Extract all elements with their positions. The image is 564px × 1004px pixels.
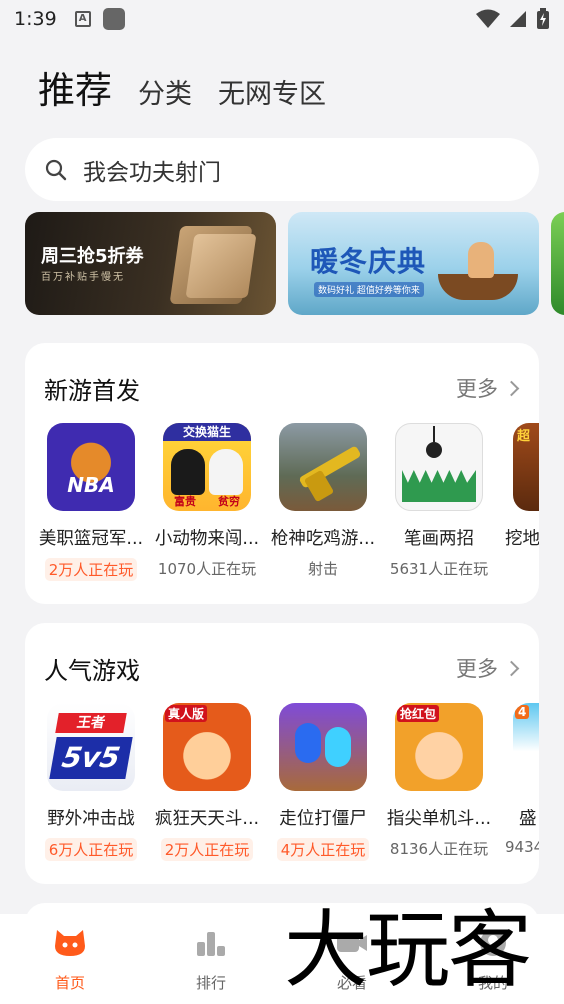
game-name: 挖地 xyxy=(505,529,539,549)
game-icon-doudizhu: 真人版 xyxy=(163,703,251,791)
game-players: 2万人正在玩 xyxy=(160,838,254,861)
game-name: 小动物来闯... xyxy=(154,529,260,549)
game-icon-cats: 交换猫生 富贵 贫穷 xyxy=(163,423,251,511)
search-bar[interactable]: 我会功夫射门 xyxy=(25,138,539,201)
banner-coupon-title: 周三抢5折券 xyxy=(41,246,144,267)
game-item[interactable]: NBA 美职篮冠军... 2万人正在玩 xyxy=(33,423,149,585)
tab-offline[interactable]: 无网专区 xyxy=(218,72,326,111)
game-icon-zombie xyxy=(279,703,367,791)
more-link[interactable]: 更多 xyxy=(456,373,520,403)
more-link[interactable]: 更多 xyxy=(456,653,520,683)
wifi-icon xyxy=(476,9,500,28)
status-bar: 1:39 A xyxy=(0,0,564,38)
character-image xyxy=(468,242,494,278)
game-item[interactable]: 王者 5v5 野外冲击战 6万人正在玩 xyxy=(33,703,149,865)
game-name: 指尖单机斗... xyxy=(386,809,492,829)
search-input[interactable]: 我会功夫射门 xyxy=(83,153,221,187)
game-item[interactable]: 4 盛 9434 xyxy=(497,703,539,856)
game-genre: 射击 xyxy=(307,560,338,578)
game-item[interactable]: 笔画两招 5631人正在玩 xyxy=(381,423,497,579)
nav-rank-label: 排行 xyxy=(195,974,226,992)
nav-home-label: 首页 xyxy=(54,974,85,992)
game-item[interactable]: 交换猫生 富贵 贫穷 小动物来闯... 1070人正在玩 xyxy=(149,423,265,579)
game-name: 走位打僵尸 xyxy=(279,809,367,829)
game-icon-dig: 超 xyxy=(513,423,539,511)
status-time: 1:39 xyxy=(14,8,57,30)
game-icon-sheng: 4 xyxy=(513,703,539,791)
app-notification-icon xyxy=(102,8,125,30)
game-item[interactable]: 真人版 疯狂天天斗... 2万人正在玩 xyxy=(149,703,265,865)
game-item[interactable]: 超 挖地 xyxy=(497,423,539,550)
signal-icon xyxy=(510,11,526,27)
section-popular-games: 人气游戏 更多 王者 5v5 野外冲击战 6万人正在玩 真人版 疯狂天天斗... … xyxy=(25,623,539,884)
watermark-text: 大玩客 xyxy=(284,901,532,999)
game-players: 2万人正在玩 xyxy=(44,558,138,581)
banner-next-peek[interactable] xyxy=(551,212,564,315)
game-players: 9434 xyxy=(505,838,539,856)
game-icon-card: 抢红包 xyxy=(395,703,483,791)
rank-icon xyxy=(197,932,225,956)
game-icon-nba: NBA xyxy=(47,423,135,511)
banner-winter-festival[interactable]: 暖冬庆典 数码好礼 超值好券等你来 xyxy=(288,212,539,315)
banner-winter-subtitle: 数码好礼 超值好券等你来 xyxy=(314,282,424,297)
home-icon xyxy=(55,930,85,956)
game-item[interactable]: 走位打僵尸 4万人正在玩 xyxy=(265,703,381,865)
banner-carousel: 周三抢5折券 百万补贴手慢无 暖冬庆典 数码好礼 超值好券等你来 xyxy=(25,212,564,315)
more-label: 更多 xyxy=(456,377,498,401)
battery-charging-icon xyxy=(537,8,549,29)
game-name: 疯狂天天斗... xyxy=(154,809,260,829)
game-name: 美职篮冠军... xyxy=(38,529,144,549)
notification-a-icon: A xyxy=(74,11,91,27)
banner-coupon[interactable]: 周三抢5折券 百万补贴手慢无 xyxy=(25,212,276,315)
section-title: 人气游戏 xyxy=(44,657,140,685)
section-title: 新游首发 xyxy=(44,377,140,405)
game-name: 笔画两招 xyxy=(404,529,474,549)
nav-home[interactable]: 首页 xyxy=(10,928,130,993)
game-icon-crocodile xyxy=(395,423,483,511)
game-name: 枪神吃鸡游... xyxy=(270,529,376,549)
game-players: 6万人正在玩 xyxy=(44,838,138,861)
game-players: 8136人正在玩 xyxy=(389,840,489,858)
game-item[interactable]: 抢红包 指尖单机斗... 8136人正在玩 xyxy=(381,703,497,859)
nav-rank[interactable]: 排行 xyxy=(151,928,271,993)
tab-category[interactable]: 分类 xyxy=(138,72,192,111)
tab-recommend[interactable]: 推荐 xyxy=(38,60,112,114)
chevron-right-icon xyxy=(503,660,520,676)
game-players: 5631人正在玩 xyxy=(389,560,489,578)
more-label: 更多 xyxy=(456,657,498,681)
search-icon xyxy=(45,159,67,180)
banner-coupon-subtitle: 百万补贴手慢无 xyxy=(41,272,125,283)
game-players: 1070人正在玩 xyxy=(157,560,257,578)
game-players: 4万人正在玩 xyxy=(276,838,370,861)
chevron-right-icon xyxy=(503,380,520,396)
top-tabs: 推荐 分类 无网专区 xyxy=(38,60,326,116)
banner-winter-title: 暖冬庆典 xyxy=(310,245,427,278)
game-icon-5v5: 王者 5v5 xyxy=(47,703,135,791)
section-new-games: 新游首发 更多 NBA 美职篮冠军... 2万人正在玩 交换猫生 富贵 贫穷 小动… xyxy=(25,343,539,604)
game-name: 盛 xyxy=(519,809,537,829)
game-icon-gun xyxy=(279,423,367,511)
game-item[interactable]: 枪神吃鸡游... 射击 xyxy=(265,423,381,579)
game-name: 野外冲击战 xyxy=(47,809,135,829)
coupon-card-front-image xyxy=(185,234,257,298)
